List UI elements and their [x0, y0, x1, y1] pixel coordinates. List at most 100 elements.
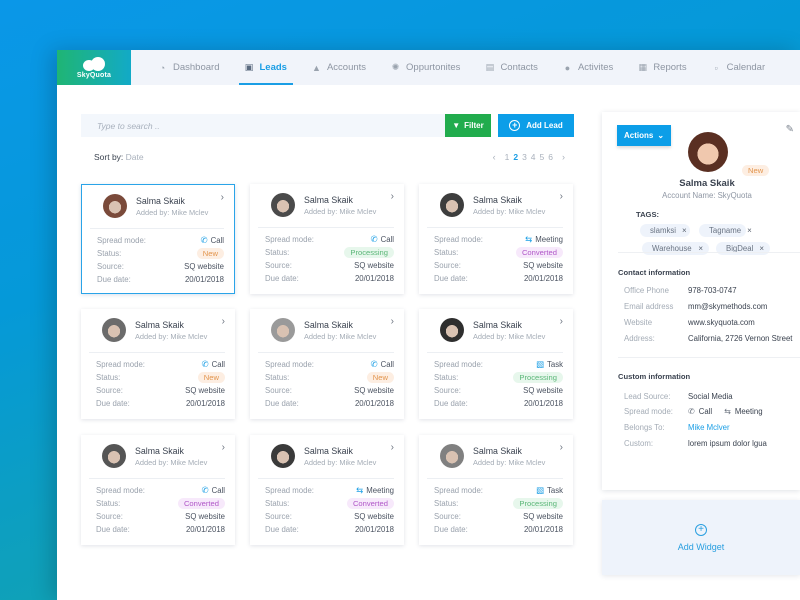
task-icon: ▧	[535, 485, 544, 495]
avatar	[271, 193, 295, 217]
status-row: Status: Processing	[265, 246, 396, 259]
spread-mode-row: Spread mode: ▧ Task	[434, 484, 565, 497]
lead-card[interactable]: Salma Skaik Added by: Mike Mclev › Sprea…	[250, 184, 404, 294]
lead-card[interactable]: Salma Skaik Added by: Mike Mclev › Sprea…	[250, 309, 404, 419]
chevron-right-icon[interactable]: ›	[560, 191, 563, 202]
nav-item-reports[interactable]: ▦ Reports	[637, 50, 687, 85]
pencil-edit-icon[interactable]: ✎	[786, 124, 794, 135]
chevron-right-icon[interactable]: ›	[222, 316, 225, 327]
search-input[interactable]	[81, 114, 445, 137]
spread-mode-row: Spread mode: ✆ Call	[97, 234, 226, 247]
page-6[interactable]: 6	[548, 152, 553, 162]
added-by: Added by: Mike Mclev	[304, 206, 377, 216]
sort-label: Sort by:	[94, 152, 124, 162]
next-page-button[interactable]: ›	[557, 152, 570, 162]
accounts-icon: ▲	[311, 62, 321, 73]
page-5[interactable]: 5	[540, 152, 545, 162]
source-row: Source: SQ website	[434, 384, 565, 397]
chevron-right-icon[interactable]: ›	[391, 316, 394, 327]
source-row: Source: SQ website	[97, 260, 226, 273]
status-row: Status: Processing	[434, 497, 565, 510]
divider	[258, 227, 394, 228]
field-key: Website	[624, 318, 653, 327]
source-row: Source: SQ website	[96, 384, 227, 397]
nav-item-leads[interactable]: ▣ Leads	[239, 50, 294, 85]
nav-label: Leads	[259, 62, 287, 73]
cloud-logo-icon	[83, 56, 105, 71]
card-header: Salma Skaik Added by: Mike Mclev ›	[434, 316, 565, 344]
chevron-down-icon: ⌄	[657, 131, 665, 140]
field-key: Status:	[434, 248, 459, 257]
nav-item-accounts[interactable]: ▲ Accounts	[311, 50, 366, 85]
chevron-right-icon[interactable]: ›	[391, 191, 394, 202]
page-2[interactable]: 2	[513, 152, 518, 162]
logo[interactable]: SkyQuota	[57, 50, 131, 85]
page-1[interactable]: 1	[505, 152, 510, 162]
field-key: Due date:	[96, 399, 130, 408]
field-key: Status:	[434, 373, 459, 382]
nav-item-contacts[interactable]: ▤ Contacts	[484, 50, 538, 85]
due-date-value: 20/01/2018	[523, 274, 563, 283]
status-row: Status: Converted	[265, 497, 396, 510]
sort-value[interactable]: Date	[126, 152, 144, 162]
page-3[interactable]: 3	[522, 152, 527, 162]
add-widget-button[interactable]: + Add Widget	[602, 500, 800, 575]
add-lead-button[interactable]: + Add Lead	[498, 114, 574, 137]
source-row: Source: SQ website	[96, 510, 227, 523]
source-value: SQ website	[354, 261, 394, 270]
actions-dropdown-button[interactable]: Actions ⌄	[617, 125, 671, 146]
nav-item-dashboard[interactable]: ◔ Dashboard	[157, 50, 220, 85]
chevron-right-icon[interactable]: ›	[560, 442, 563, 453]
due-date-row: Due date: 20/01/2018	[434, 523, 565, 536]
chevron-right-icon[interactable]: ›	[221, 192, 224, 203]
spread-mode-row: Spread mode: ✆ Call	[265, 358, 396, 371]
chevron-right-icon[interactable]: ›	[391, 442, 394, 453]
lead-card[interactable]: Salma Skaik Added by: Mike Mclev › Sprea…	[250, 435, 404, 545]
added-by: Added by: Mike Mclev	[135, 457, 208, 467]
lead-card[interactable]: Salma Skaik Added by: Mike Mclev › Sprea…	[419, 309, 573, 419]
due-date-value: 20/01/2018	[184, 275, 224, 284]
spread-mode: Call	[380, 360, 394, 369]
remove-tag-icon[interactable]: ×	[682, 226, 687, 235]
lead-card[interactable]: Salma Skaik Added by: Mike Mclev › Sprea…	[419, 435, 573, 545]
lead-card[interactable]: Salma Skaik Added by: Mike Mclev › Sprea…	[81, 184, 235, 294]
field-key: Email address	[624, 302, 674, 311]
card-header: Salma Skaik Added by: Mike Mclev ›	[265, 191, 396, 219]
prev-page-button[interactable]: ‹	[488, 152, 501, 162]
tag-chip: Warehouse ×	[642, 242, 709, 255]
card-header: Salma Skaik Added by: Mike Mclev ›	[97, 192, 226, 220]
spread-mode-row: Spread mode: ⇆ Meeting	[434, 233, 565, 246]
spread-mode-row: Spread mode: ⇆ Meeting	[265, 484, 396, 497]
belongs-to-link[interactable]: Mike Mclver	[688, 423, 730, 432]
source-value: SQ website	[523, 261, 563, 270]
field-key: Due date:	[265, 274, 299, 283]
spread-mode: Task	[546, 486, 563, 495]
chevron-right-icon[interactable]: ›	[560, 316, 563, 327]
remove-tag-icon[interactable]: ×	[747, 226, 752, 235]
card-header: Salma Skaik Added by: Mike Mclev ›	[265, 442, 396, 470]
lead-card[interactable]: Salma Skaik Added by: Mike Mclev › Sprea…	[419, 184, 573, 294]
field-key: Spread mode:	[434, 235, 483, 244]
due-date-row: Due date: 20/01/2018	[265, 272, 396, 285]
contact-row: Email address mm@skymethods.com	[624, 302, 767, 311]
lead-card[interactable]: Salma Skaik Added by: Mike Mclev › Sprea…	[81, 309, 235, 419]
page-4[interactable]: 4	[531, 152, 536, 162]
field-key: Spread mode:	[434, 360, 483, 369]
lead-name: Salma Skaik	[135, 319, 184, 330]
add-lead-label: Add Lead	[526, 121, 563, 130]
lead-card[interactable]: Salma Skaik Added by: Mike Mclev › Sprea…	[81, 435, 235, 545]
nav-item-oppurtonites[interactable]: ✺ Oppurtonites	[390, 50, 461, 85]
nav-item-activites[interactable]: ● Activites	[562, 50, 614, 85]
filter-button[interactable]: ▼ Filter	[445, 114, 491, 137]
status-row: Status: Processing	[434, 371, 565, 384]
spread-mode-row: Spread mode: ✆ Call	[265, 233, 396, 246]
source-value: SQ website	[185, 386, 225, 395]
dashboard-icon: ◔	[159, 62, 166, 73]
chevron-right-icon[interactable]: ›	[222, 442, 225, 453]
field-key: Status:	[97, 249, 122, 258]
sort-control[interactable]: Sort by: Date	[94, 152, 144, 162]
divider	[427, 478, 563, 479]
leads-icon: ▣	[244, 62, 254, 72]
task-icon: ▧	[535, 359, 544, 369]
nav-item-calendar[interactable]: ▫ Calendar	[711, 50, 765, 85]
